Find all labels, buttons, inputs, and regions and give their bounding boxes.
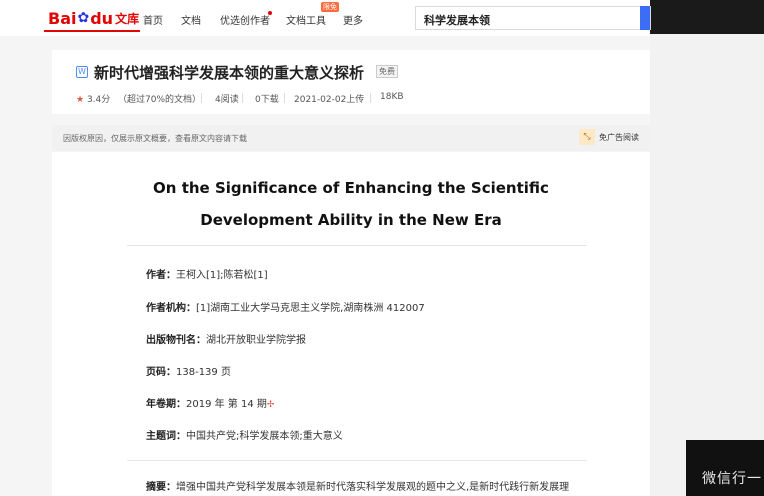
star-icon: ★: [76, 95, 85, 105]
field-value: 2019 年 第 14 期: [186, 399, 267, 410]
doc-info-card: W 新时代增强科学发展本领的重大意义探析 免费 ★ 3.4分 （超过70%的文档…: [52, 50, 650, 114]
nav-home[interactable]: 首页: [143, 12, 163, 27]
field-value: 王柯入[1];陈若松[1]: [176, 270, 268, 281]
document-preview: On the Significance of Enhancing the Sci…: [52, 152, 650, 496]
divider: [370, 93, 371, 103]
doc-title: 新时代增强科学发展本领的重大意义探析: [94, 64, 365, 82]
ad-free-label: 免广告阅读: [599, 132, 639, 142]
field-keywords: 主题词：中国共产党;科学发展本领;重大意义: [146, 427, 343, 442]
read-count: 4阅读: [215, 95, 239, 105]
word-doc-icon: W: [76, 66, 88, 78]
field-key: 年卷期：: [146, 399, 186, 410]
divider: [242, 93, 243, 103]
search-button[interactable]: [640, 6, 650, 30]
abstract-divider: [127, 460, 587, 461]
field-value: [1]湖南工业大学马克思主义学院,湖南株洲 412007: [196, 303, 425, 314]
right-letterbox: [650, 0, 764, 496]
paw-icon: ✿: [77, 10, 90, 26]
download-count: 0下载: [255, 95, 279, 105]
field-key: 作者机构：: [146, 303, 196, 314]
expand-icon: ⤡: [579, 129, 595, 145]
upload-date: 2021-02-02上传: [294, 95, 365, 105]
divider: [284, 93, 285, 103]
field-key: 作者：: [146, 270, 176, 281]
watermark: 微信行一: [702, 471, 762, 487]
logo-wenku: 文库: [115, 11, 140, 26]
ad-free-reading-button[interactable]: ⤡ 免广告阅读: [579, 129, 639, 145]
field-pages: 页码：138-139 页: [146, 363, 231, 378]
rating-value: 3.4分: [86, 95, 111, 105]
limited-free-badge: 限免: [321, 2, 339, 12]
english-title-line-2: Development Ability in the New Era: [200, 211, 502, 229]
nav-tools[interactable]: 文档工具: [286, 12, 326, 27]
field-value: 增强中国共产党科学发展本领是新时代落实科学发展观的题中之义,是新时代践行新发展理: [176, 482, 570, 493]
field-abstract: 摘要：增强中国共产党科学发展本领是新时代落实科学发展观的题中之义,是新时代践行新…: [146, 478, 569, 493]
field-institution: 作者机构：[1]湖南工业大学马克思主义学院,湖南株洲 412007: [146, 299, 425, 314]
field-key: 主题词：: [146, 431, 186, 442]
rating: ★ 3.4分: [76, 92, 110, 105]
nav-docs[interactable]: 文档: [181, 12, 201, 27]
field-author: 作者：王柯入[1];陈若松[1]: [146, 266, 268, 281]
search-input[interactable]: 科学发展本领: [415, 6, 651, 30]
top-nav: Bai ✿ du 文库 首页 文档 优选创作者 文档工具 限免 更多 科学发展本…: [0, 0, 651, 36]
divider: [201, 93, 202, 103]
notification-dot: [268, 11, 272, 15]
field-key: 页码：: [146, 367, 176, 378]
field-year-issue: 年卷期：2019 年 第 14 期✢: [146, 395, 274, 410]
free-badge: 免费: [376, 65, 398, 78]
pin-icon: ✢: [266, 400, 275, 410]
field-key: 摘要：: [146, 482, 176, 493]
baidu-wenku-logo[interactable]: Bai ✿ du 文库: [48, 7, 139, 29]
top-right-dark-bar: [650, 0, 764, 34]
nav-more[interactable]: 更多: [343, 12, 363, 27]
file-size: 18KB: [380, 92, 404, 102]
copyright-notice-bar: 因版权原因，仅展示原文概要，查看原文内容请下载 ⤡ 免广告阅读: [52, 125, 650, 151]
logo-du: du: [90, 8, 114, 28]
active-underline: [44, 30, 140, 32]
title-divider: [127, 245, 587, 246]
field-value: 中国共产党;科学发展本领;重大意义: [186, 431, 343, 442]
field-journal: 出版物刊名：湖北开放职业学院学报: [146, 331, 306, 346]
nav-creators[interactable]: 优选创作者: [220, 12, 270, 27]
field-key: 出版物刊名：: [146, 335, 206, 346]
rating-note: （超过70%的文档）: [118, 95, 202, 105]
field-value: 138-139 页: [176, 367, 231, 378]
copyright-notice: 因版权原因，仅展示原文概要，查看原文内容请下载: [63, 134, 247, 143]
field-value: 湖北开放职业学院学报: [206, 335, 306, 346]
english-title-line-1: On the Significance of Enhancing the Sci…: [153, 179, 549, 197]
logo-bai: Bai: [48, 8, 77, 28]
